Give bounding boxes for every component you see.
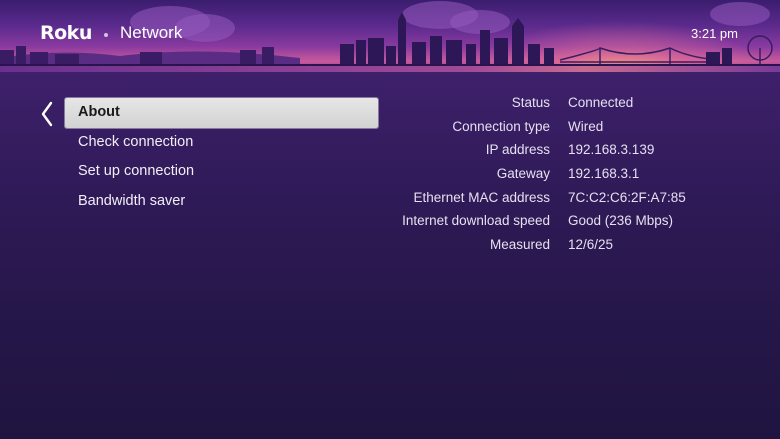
menu-item-check-connection[interactable]: Check connection xyxy=(65,128,378,158)
info-label: IP address xyxy=(485,142,550,158)
city-skyline-illustration xyxy=(0,1,780,68)
info-label: Internet download speed xyxy=(402,213,550,229)
network-info-panel: Status Connected Connection type Wired I… xyxy=(390,91,770,256)
info-label: Gateway xyxy=(496,166,550,182)
info-label: Ethernet MAC address xyxy=(413,189,550,205)
info-value: Connected xyxy=(568,95,634,111)
menu-item-bandwidth-saver[interactable]: Bandwidth saver xyxy=(65,187,378,217)
info-row-mac-address: Ethernet MAC address 7C:C2:C6:2F:A7:85 xyxy=(390,185,770,209)
network-menu: About Check connection Set up connection… xyxy=(65,98,378,216)
info-row-gateway: Gateway 192.168.3.1 xyxy=(390,162,770,186)
info-row-status: Status Connected xyxy=(390,91,770,115)
info-label: Measured xyxy=(489,236,550,252)
info-value: Good (236 Mbps) xyxy=(568,213,674,229)
page-title: Network xyxy=(120,23,183,42)
header-banner xyxy=(0,0,780,72)
info-value: 192.168.3.1 xyxy=(568,166,640,182)
title-separator-dot xyxy=(104,33,108,37)
info-value: Wired xyxy=(568,118,604,134)
water-reflection xyxy=(0,66,780,72)
menu-item-set-up-connection[interactable]: Set up connection xyxy=(65,157,378,187)
info-row-download-speed: Internet download speed Good (236 Mbps) xyxy=(390,209,770,233)
info-row-measured: Measured 12/6/25 xyxy=(390,233,770,257)
clock: 3:21 pm xyxy=(691,26,738,41)
info-row-connection-type: Connection type Wired xyxy=(390,115,770,139)
info-value: 12/6/25 xyxy=(568,236,614,252)
info-value: 192.168.3.139 xyxy=(568,142,655,158)
info-value: 7C:C2:C6:2F:A7:85 xyxy=(568,189,686,205)
info-row-ip-address: IP address 192.168.3.139 xyxy=(390,138,770,162)
roku-logo: Roku xyxy=(40,22,92,44)
menu-item-about[interactable]: About xyxy=(65,98,378,128)
chevron-left-icon[interactable] xyxy=(39,100,55,128)
info-label: Connection type xyxy=(452,118,550,134)
info-label: Status xyxy=(511,95,550,111)
